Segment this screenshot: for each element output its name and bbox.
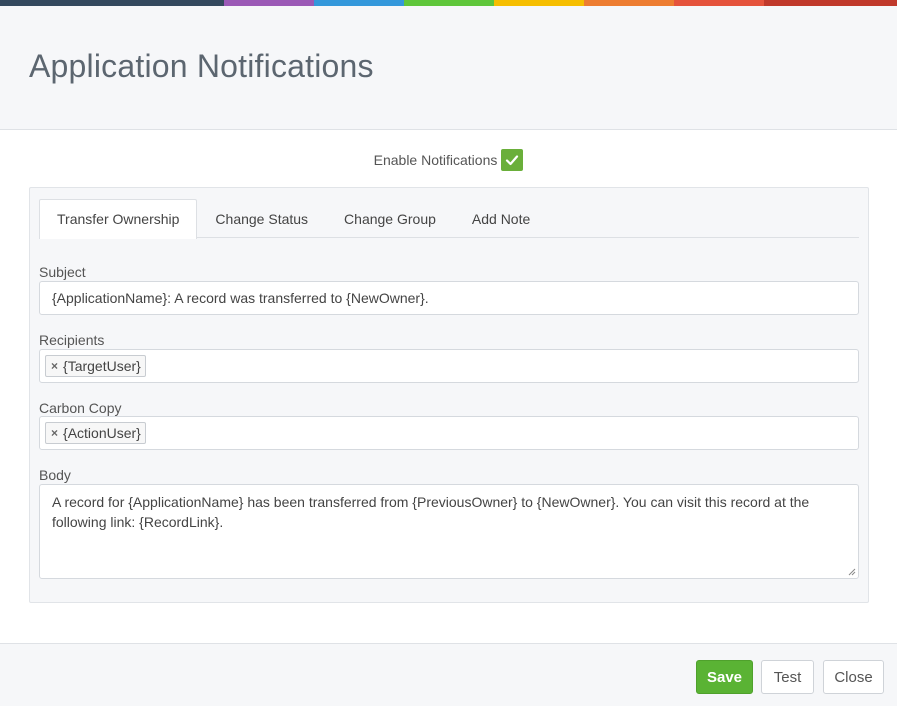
enable-notifications-checkbox[interactable] (501, 149, 524, 171)
subject-label: Subject (39, 264, 86, 280)
tab-transfer-ownership[interactable]: Transfer Ownership (39, 199, 198, 239)
remove-tag-icon[interactable]: × (51, 426, 58, 440)
save-button[interactable]: Save (696, 660, 753, 694)
remove-tag-icon[interactable]: × (51, 359, 58, 373)
body-text: A record for {ApplicationName} has been … (52, 494, 810, 530)
page-title: Application Notifications (29, 48, 374, 84)
cc-tag-label: {ActionUser} (63, 425, 141, 441)
resize-handle-icon[interactable] (848, 568, 856, 576)
tab-change-status[interactable]: Change Status (197, 199, 326, 238)
cc-tag: × {ActionUser} (45, 422, 146, 444)
enable-notifications-label: Enable Notifications (373, 152, 498, 168)
test-button[interactable]: Test (761, 660, 814, 694)
tab-change-group[interactable]: Change Group (326, 199, 454, 238)
body-label: Body (39, 467, 71, 483)
body-textarea[interactable]: A record for {ApplicationName} has been … (39, 484, 859, 579)
tab-bar: Transfer Ownership Change Status Change … (39, 199, 859, 239)
subject-input[interactable]: {ApplicationName}: A record was transfer… (39, 281, 859, 315)
recipients-input[interactable]: × {TargetUser} (39, 349, 859, 383)
check-icon (506, 155, 519, 166)
modal-footer: Save Test Close (0, 643, 897, 706)
enable-notifications-row: Enable Notifications (0, 149, 897, 171)
carbon-copy-label: Carbon Copy (39, 400, 122, 416)
recipients-label: Recipients (39, 332, 105, 348)
recipient-tag-label: {TargetUser} (63, 358, 141, 374)
carbon-copy-input[interactable]: × {ActionUser} (39, 416, 859, 450)
notification-panel: Transfer Ownership Change Status Change … (29, 187, 869, 603)
tab-add-note[interactable]: Add Note (454, 199, 548, 238)
recipient-tag: × {TargetUser} (45, 355, 146, 377)
page-header: Application Notifications (0, 6, 897, 130)
close-button[interactable]: Close (823, 660, 884, 694)
